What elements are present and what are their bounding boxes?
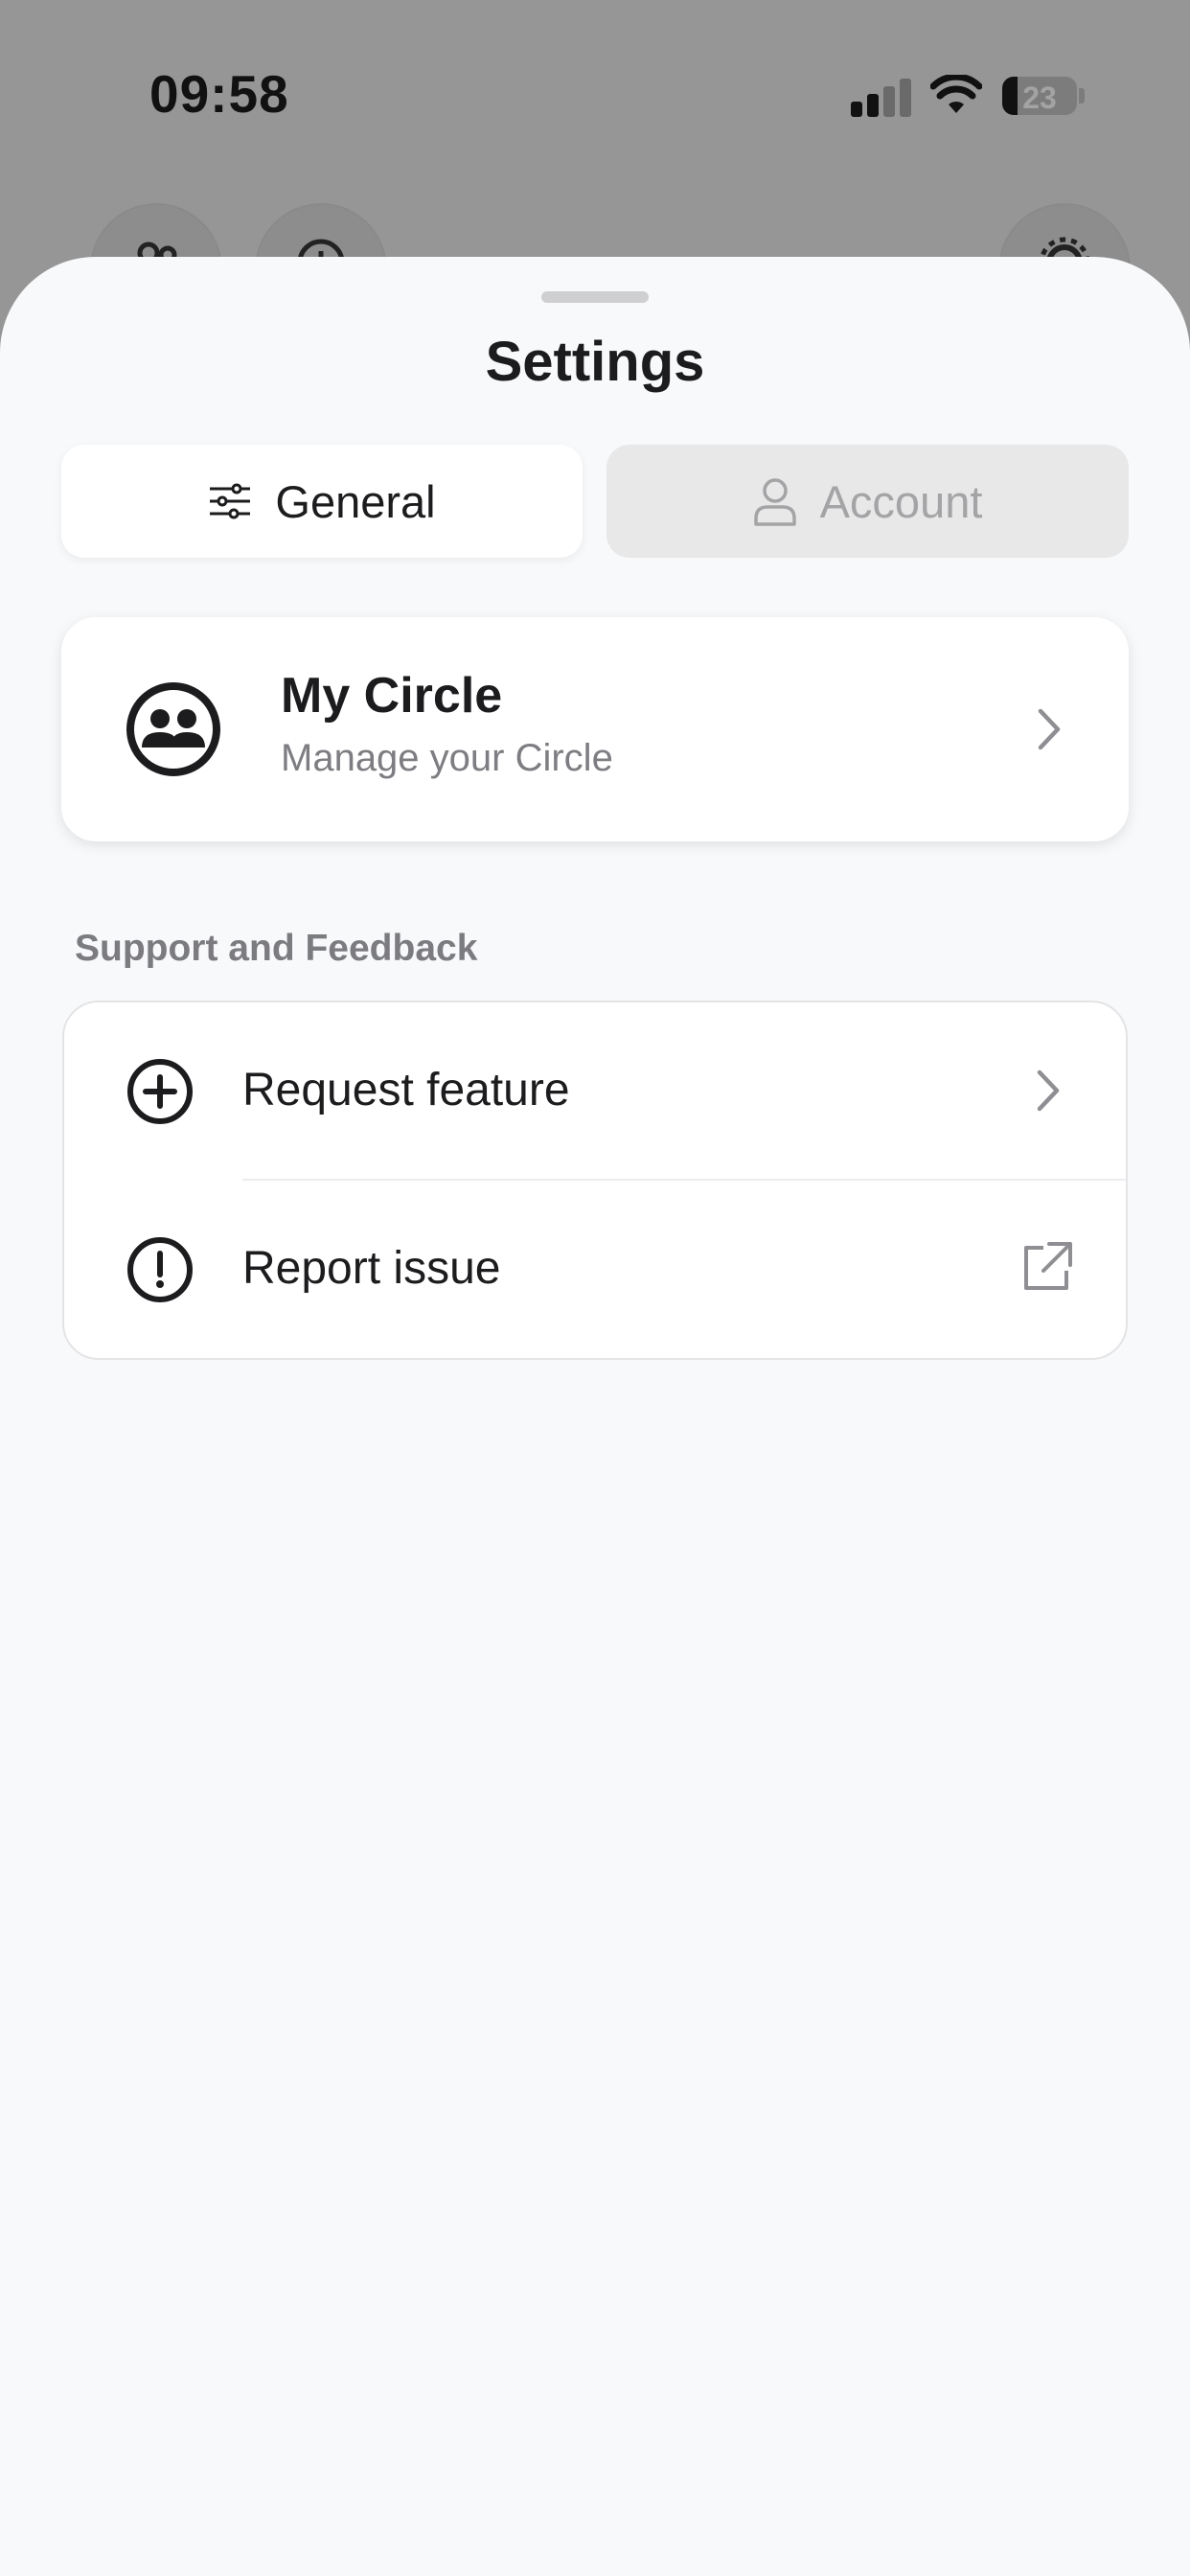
exclamation-circle-icon <box>127 1237 193 1302</box>
battery-cap <box>1079 88 1085 104</box>
cellular-signal-icon <box>851 79 912 117</box>
person-icon <box>753 478 796 526</box>
my-circle-subtitle: Manage your Circle <box>281 737 613 779</box>
tab-account-label: Account <box>819 475 983 527</box>
tab-general[interactable]: General <box>61 445 583 558</box>
tab-account[interactable]: Account <box>606 445 1129 558</box>
report-issue-row[interactable]: Report issue <box>64 1181 1126 1357</box>
sheet-title: Settings <box>485 331 705 393</box>
battery-icon: 23 <box>1002 77 1077 115</box>
report-issue-label: Report issue <box>242 1243 501 1294</box>
tab-general-label: General <box>275 475 436 527</box>
sheet-grabber[interactable] <box>541 291 649 303</box>
support-list: Request feature Report issue <box>62 1000 1128 1360</box>
support-section-header: Support and Feedback <box>75 928 478 969</box>
plus-circle-icon <box>127 1059 193 1124</box>
chevron-right-icon <box>1037 1070 1060 1112</box>
sliders-icon <box>210 483 251 519</box>
my-circle-card[interactable]: My Circle Manage your Circle <box>61 617 1129 841</box>
group-circle-icon <box>126 682 220 776</box>
wifi-icon <box>930 75 982 113</box>
status-bar: 09:58 23 <box>0 0 1190 192</box>
status-time: 09:58 <box>149 64 289 124</box>
request-feature-label: Request feature <box>242 1065 570 1116</box>
battery-percent: 23 <box>1022 80 1057 115</box>
chevron-right-icon <box>1038 708 1061 750</box>
settings-sheet: Settings General Account My Circle Manag… <box>0 257 1190 2576</box>
my-circle-title: My Circle <box>281 668 503 724</box>
external-link-icon <box>1024 1242 1072 1290</box>
request-feature-row[interactable]: Request feature <box>64 1002 1126 1181</box>
